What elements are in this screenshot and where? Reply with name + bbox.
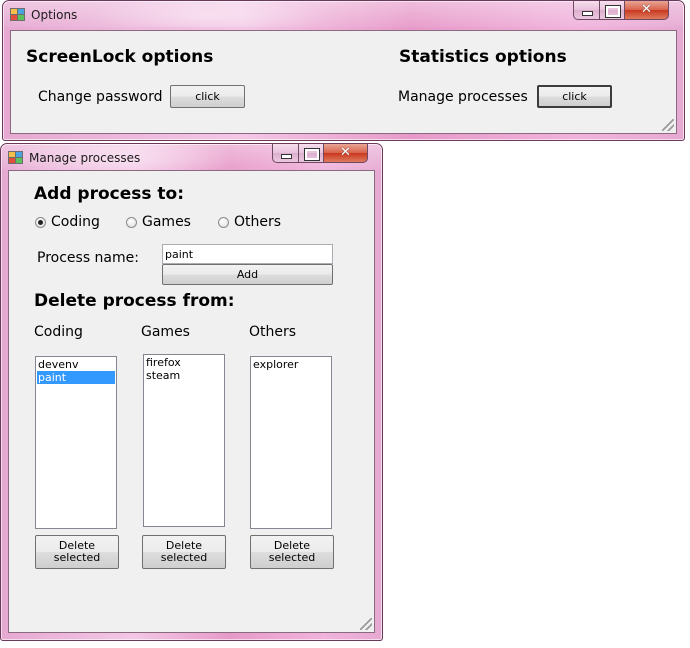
- games-listbox[interactable]: firefox steam: [143, 354, 225, 527]
- radio-games[interactable]: Games: [126, 214, 191, 230]
- coding-listbox[interactable]: devenv paint: [35, 356, 117, 529]
- minimize-button[interactable]: [272, 144, 299, 163]
- radio-button[interactable]: [126, 216, 137, 228]
- minimize-button[interactable]: [573, 1, 600, 20]
- close-button[interactable]: ✕: [625, 1, 669, 20]
- close-icon: ✕: [340, 145, 351, 160]
- change-password-button[interactable]: click: [170, 85, 245, 108]
- list-label-coding: Coding: [34, 324, 83, 340]
- list-label-others: Others: [249, 324, 297, 340]
- radio-label: Coding: [51, 214, 100, 230]
- options-window: Options ✕ ScreenLock options Change pass…: [2, 0, 685, 141]
- manage-client-area: Add process to: Coding Games Others Proc…: [8, 170, 375, 633]
- manage-processes-button[interactable]: click: [537, 85, 612, 108]
- maximize-button[interactable]: [600, 1, 625, 20]
- statistics-heading: Statistics options: [399, 47, 567, 67]
- add-button[interactable]: Add: [162, 264, 333, 285]
- list-item[interactable]: steam: [145, 369, 223, 382]
- close-button[interactable]: ✕: [324, 144, 368, 163]
- add-process-heading: Add process to:: [34, 184, 185, 204]
- window-title: Options: [31, 8, 78, 22]
- radio-button-checked[interactable]: [35, 216, 46, 228]
- resize-grip[interactable]: [360, 618, 372, 630]
- close-icon: ✕: [641, 2, 652, 17]
- window-title: Manage processes: [29, 151, 141, 165]
- app-icon: [8, 151, 23, 164]
- radio-coding[interactable]: Coding: [35, 214, 100, 230]
- delete-others-button[interactable]: Delete selected: [250, 535, 334, 569]
- list-item[interactable]: explorer: [252, 358, 330, 371]
- radio-button[interactable]: [218, 216, 229, 228]
- manage-processes-window: Manage processes ✕ Add process to: Codin…: [0, 143, 383, 641]
- resize-grip[interactable]: [662, 119, 674, 131]
- manage-titlebar[interactable]: Manage processes ✕: [1, 144, 382, 170]
- delete-games-button[interactable]: Delete selected: [142, 535, 226, 569]
- list-label-games: Games: [141, 324, 190, 340]
- options-titlebar[interactable]: Options ✕: [3, 1, 684, 27]
- radio-others[interactable]: Others: [218, 214, 281, 230]
- others-listbox[interactable]: explorer: [250, 356, 332, 529]
- list-item-selected[interactable]: paint: [37, 371, 115, 384]
- list-item[interactable]: firefox: [145, 356, 223, 369]
- process-name-input[interactable]: [162, 244, 333, 264]
- app-icon: [10, 8, 25, 21]
- delete-coding-button[interactable]: Delete selected: [35, 535, 119, 569]
- maximize-button[interactable]: [299, 144, 324, 163]
- options-client-area: ScreenLock options Change password click…: [10, 30, 677, 134]
- screenlock-heading: ScreenLock options: [26, 47, 214, 67]
- radio-label: Games: [142, 214, 191, 230]
- radio-label: Others: [234, 214, 282, 230]
- manage-processes-label: Manage processes: [398, 89, 528, 105]
- change-password-label: Change password: [38, 89, 163, 105]
- delete-process-heading: Delete process from:: [34, 291, 235, 311]
- list-item[interactable]: devenv: [37, 358, 115, 371]
- process-name-label: Process name:: [37, 250, 139, 266]
